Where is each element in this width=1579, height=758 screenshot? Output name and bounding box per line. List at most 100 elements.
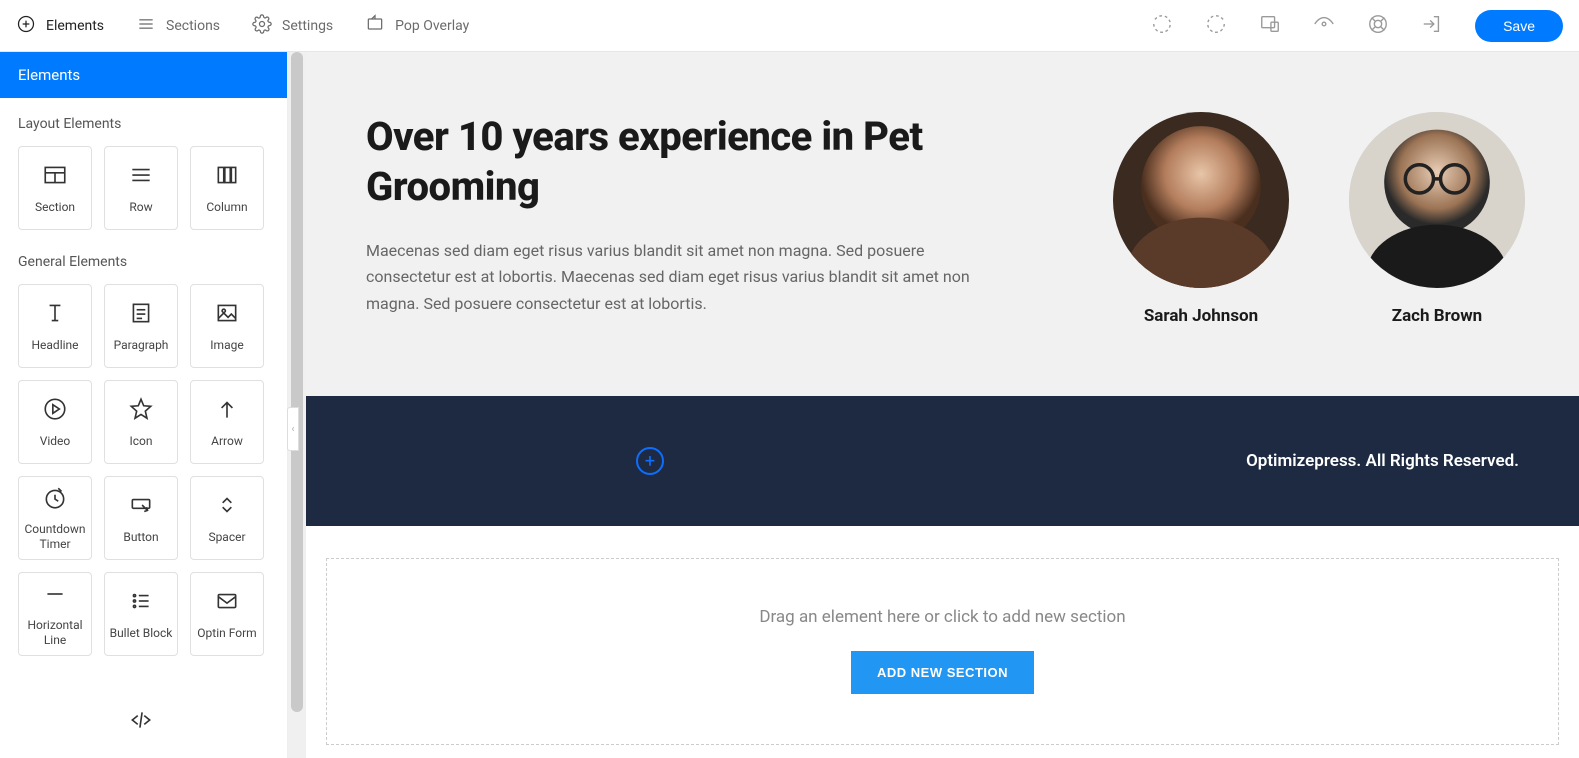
plus-circle-icon [16, 14, 36, 38]
element-label: Spacer [208, 530, 245, 544]
image-icon [214, 300, 240, 329]
person-card[interactable]: Sarah Johnson [1113, 112, 1289, 326]
tab-elements[interactable]: Elements [16, 14, 104, 38]
layout-elements-grid: Section Row Column [18, 146, 269, 230]
scrollbar-thumb[interactable] [291, 52, 303, 712]
gear-icon [252, 14, 272, 38]
sidebar-body: Layout Elements Section Row Column Gener… [0, 98, 287, 758]
section-icon [42, 162, 68, 191]
element-row[interactable]: Row [104, 146, 178, 230]
main-area: Elements Layout Elements Section Row Col… [0, 52, 1579, 758]
help-icon[interactable] [1367, 13, 1389, 39]
element-video[interactable]: Video [18, 380, 92, 464]
paragraph-icon [128, 300, 154, 329]
tab-sections[interactable]: Sections [136, 14, 220, 38]
headline-icon [42, 300, 68, 329]
element-label: Headline [31, 338, 78, 352]
redo-icon[interactable] [1205, 13, 1227, 39]
element-countdown[interactable]: Countdown Timer [18, 476, 92, 560]
element-label: Bullet Block [110, 626, 173, 640]
element-label: Video [40, 434, 71, 448]
element-label: Arrow [211, 434, 243, 448]
tab-pop-overlay[interactable]: Pop Overlay [365, 14, 469, 38]
group-title-layout: Layout Elements [18, 116, 269, 132]
column-icon [214, 162, 240, 191]
element-label: Horizontal Line [21, 618, 89, 647]
undo-icon[interactable] [1151, 13, 1173, 39]
extra-row [18, 680, 269, 758]
add-element-button[interactable]: + [636, 447, 664, 475]
code-icon [128, 707, 154, 736]
toolbar-right: Save [1151, 10, 1563, 42]
element-label: Section [35, 200, 75, 214]
headline-text[interactable]: Over 10 years experience in Pet Grooming [366, 112, 996, 212]
sections-icon [136, 14, 156, 38]
sidebar: Elements Layout Elements Section Row Col… [0, 52, 288, 758]
person-card[interactable]: Zach Brown [1349, 112, 1525, 326]
element-arrow[interactable]: Arrow [190, 380, 264, 464]
video-icon [42, 396, 68, 425]
star-icon [128, 396, 154, 425]
element-icon[interactable]: Icon [104, 380, 178, 464]
element-label: Column [206, 200, 247, 214]
sidebar-scrollbar[interactable]: ‹ [288, 52, 306, 758]
element-headline[interactable]: Headline [18, 284, 92, 368]
tab-label: Sections [166, 18, 220, 34]
general-elements-grid: Headline Paragraph Image Video Icon [18, 284, 269, 656]
element-paragraph[interactable]: Paragraph [104, 284, 178, 368]
tab-label: Elements [46, 18, 104, 34]
group-title-general: General Elements [18, 254, 269, 270]
element-label: Countdown Timer [21, 522, 89, 551]
footer-text[interactable]: Optimizepress. All Rights Reserved. [1246, 451, 1519, 471]
element-bullet-block[interactable]: Bullet Block [104, 572, 178, 656]
element-horizontal-line[interactable]: Horizontal Line [18, 572, 92, 656]
element-custom-html[interactable] [104, 680, 178, 758]
canvas[interactable]: Over 10 years experience in Pet Grooming… [306, 52, 1579, 758]
person-name: Zach Brown [1349, 306, 1525, 326]
toolbar-left: Elements Sections Settings Pop Overlay [16, 14, 469, 38]
tab-label: Pop Overlay [395, 18, 469, 34]
avatar-image[interactable] [1113, 112, 1289, 288]
tab-label: Settings [282, 18, 333, 34]
preview-icon[interactable] [1313, 13, 1335, 39]
dropzone[interactable]: Drag an element here or click to add new… [326, 558, 1559, 745]
element-optin-form[interactable]: Optin Form [190, 572, 264, 656]
element-section[interactable]: Section [18, 146, 92, 230]
element-label: Image [210, 338, 243, 352]
arrow-icon [214, 396, 240, 425]
save-button[interactable]: Save [1475, 10, 1563, 42]
clock-icon [42, 485, 68, 514]
avatar-image[interactable] [1349, 112, 1525, 288]
text-column: Over 10 years experience in Pet Grooming… [366, 112, 996, 317]
element-button[interactable]: Button [104, 476, 178, 560]
exit-icon[interactable] [1421, 13, 1443, 39]
content-section[interactable]: Over 10 years experience in Pet Grooming… [306, 52, 1579, 396]
button-icon [128, 492, 154, 521]
bullets-icon [128, 588, 154, 617]
element-image[interactable]: Image [190, 284, 264, 368]
responsive-icon[interactable] [1259, 13, 1281, 39]
hr-icon [42, 581, 68, 610]
tab-settings[interactable]: Settings [252, 14, 333, 38]
footer-section[interactable]: + Optimizepress. All Rights Reserved. [306, 396, 1579, 526]
spacer-icon [214, 492, 240, 521]
add-new-section-button[interactable]: ADD NEW SECTION [851, 651, 1034, 694]
overlay-icon [365, 14, 385, 38]
paragraph-text[interactable]: Maecenas sed diam eget risus varius blan… [366, 238, 996, 317]
collapse-handle[interactable]: ‹ [287, 407, 299, 451]
element-label: Optin Form [197, 626, 256, 640]
dropzone-wrapper: Drag an element here or click to add new… [306, 526, 1579, 758]
mail-icon [214, 588, 240, 617]
sidebar-header: Elements [0, 52, 287, 98]
person-name: Sarah Johnson [1113, 306, 1289, 326]
element-label: Row [129, 200, 152, 214]
plus-icon: + [645, 451, 655, 472]
element-label: Icon [129, 434, 152, 448]
element-label: Button [123, 530, 158, 544]
element-label: Paragraph [114, 338, 169, 352]
people-row: Sarah Johnson Zach Brown [1113, 112, 1525, 326]
element-column[interactable]: Column [190, 146, 264, 230]
top-toolbar: Elements Sections Settings Pop Overlay S… [0, 0, 1579, 52]
dropzone-text: Drag an element here or click to add new… [347, 607, 1538, 627]
element-spacer[interactable]: Spacer [190, 476, 264, 560]
